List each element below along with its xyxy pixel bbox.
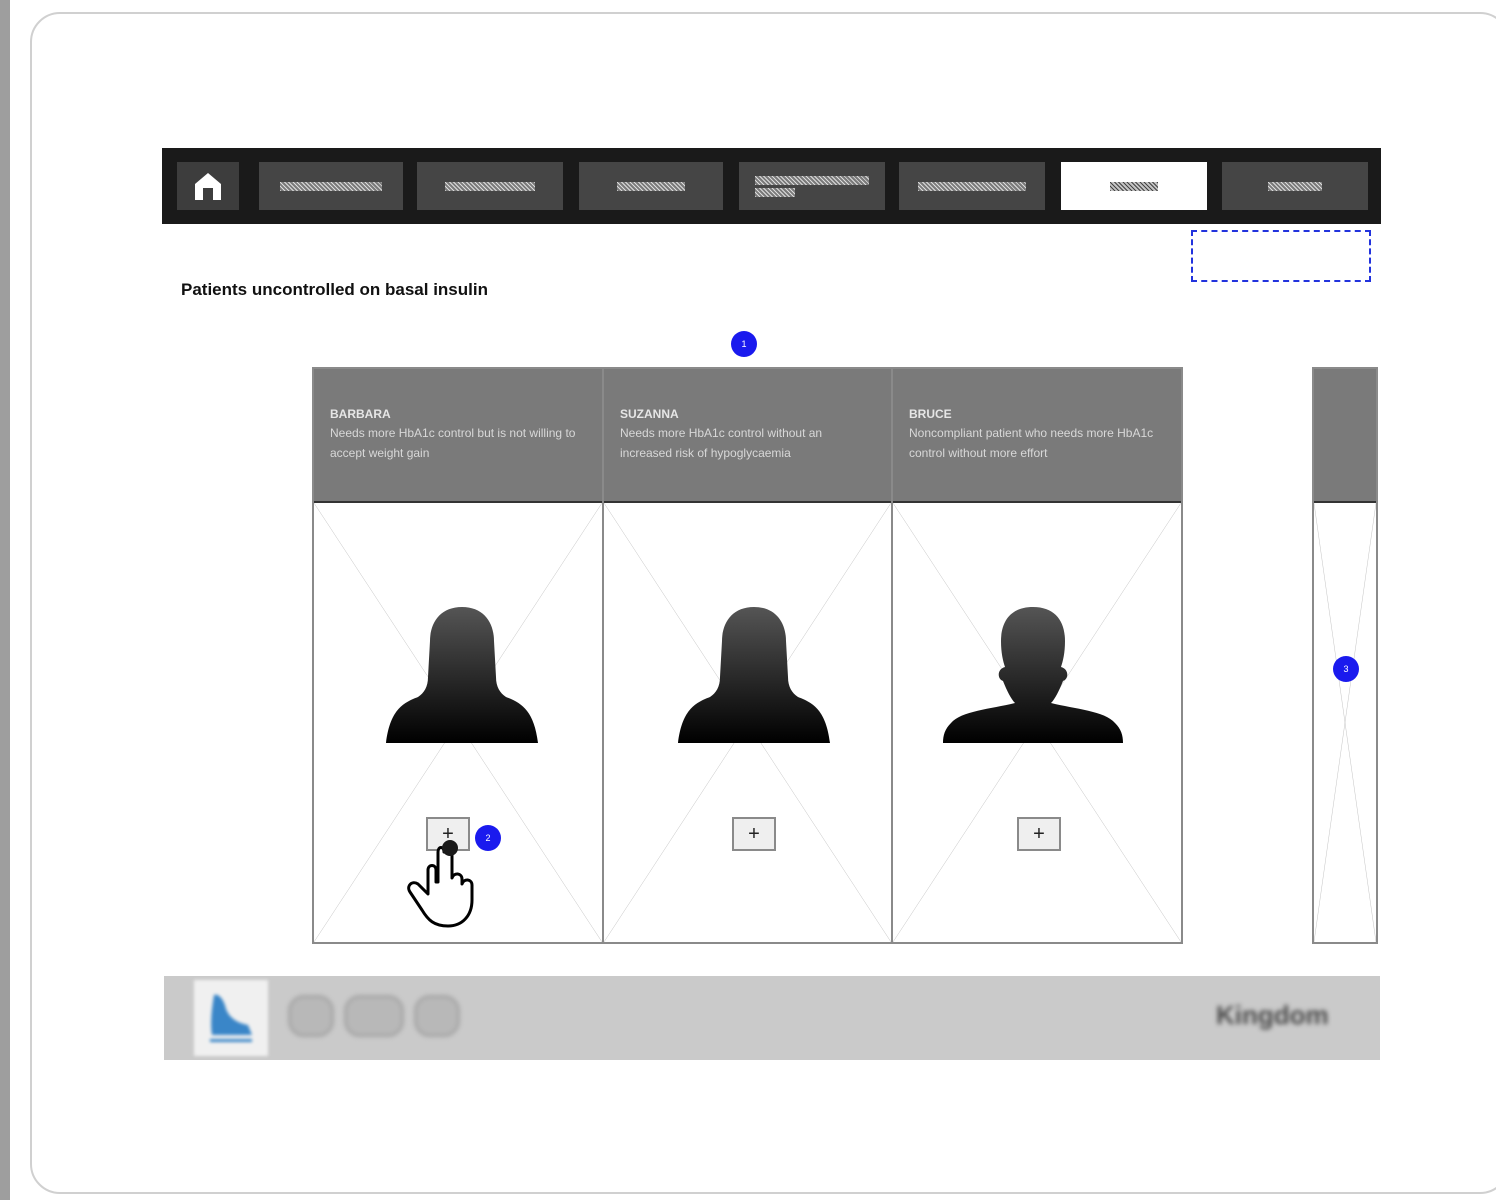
patient-description: Noncompliant patient who needs more HbA1… — [909, 426, 1154, 460]
company-logo — [194, 980, 268, 1056]
footer-bar: Kingdom — [164, 976, 1380, 1060]
nav-tab-3[interactable] — [579, 162, 723, 210]
nav-tab-1[interactable] — [259, 162, 403, 210]
male-avatar-icon — [943, 607, 1123, 743]
tab-label-placeholder — [1110, 181, 1158, 191]
annotation-badge-1: 1 — [731, 331, 757, 357]
patient-name: SUZANNA — [620, 407, 679, 421]
plus-icon: + — [748, 823, 760, 845]
tab-label-placeholder — [755, 187, 795, 197]
top-navigation — [162, 148, 1381, 224]
window-edge — [0, 0, 10, 1200]
nav-tab-6-active[interactable] — [1061, 162, 1207, 210]
female-avatar-icon — [386, 607, 538, 743]
image-placeholder-cross — [1314, 503, 1376, 942]
patient-card-header: BARBARA Needs more HbA1c control but is … — [314, 369, 602, 503]
patient-image-placeholder — [1314, 503, 1376, 942]
nav-tab-4[interactable] — [739, 162, 885, 210]
patient-card-bruce: BRUCE Noncompliant patient who needs mor… — [891, 367, 1183, 944]
expand-plus-button[interactable]: + — [732, 817, 776, 851]
footer-brand-logo: Kingdom — [1216, 1000, 1329, 1030]
patient-card-header — [1314, 369, 1376, 503]
tab-label-placeholder — [1268, 181, 1322, 191]
footer-button[interactable] — [414, 995, 460, 1037]
expand-plus-button[interactable]: + — [1017, 817, 1061, 851]
nav-tab-2[interactable] — [417, 162, 563, 210]
hand-pointer-icon — [407, 840, 474, 928]
patient-card-suzanna: SUZANNA Needs more HbA1c control without… — [602, 367, 893, 944]
footer-button[interactable] — [288, 995, 334, 1037]
tab-label-placeholder — [617, 181, 685, 191]
logo-mark — [210, 994, 252, 1042]
patient-card-header: BRUCE Noncompliant patient who needs mor… — [893, 369, 1181, 503]
patient-name: BARBARA — [330, 407, 391, 421]
patient-name: BRUCE — [909, 407, 952, 421]
footer-button[interactable] — [344, 995, 404, 1037]
home-icon — [195, 173, 221, 200]
home-button[interactable] — [177, 162, 239, 210]
tab-label-placeholder — [445, 181, 535, 191]
page-title: Patients uncontrolled on basal insulin — [181, 280, 488, 299]
tab-label-placeholder — [755, 175, 869, 185]
tab-label-placeholder — [280, 181, 382, 191]
dashed-placeholder-box — [1191, 230, 1371, 282]
patient-description: Needs more HbA1c control but is not will… — [330, 426, 576, 460]
tab-label-placeholder — [918, 181, 1026, 191]
nav-tab-5[interactable] — [899, 162, 1045, 210]
patient-card-header: SUZANNA Needs more HbA1c control without… — [604, 369, 891, 503]
annotation-badge-3: 3 — [1333, 656, 1359, 682]
plus-icon: + — [1033, 823, 1045, 845]
patient-image-placeholder: + — [893, 503, 1181, 942]
patient-image-placeholder: + — [604, 503, 891, 942]
nav-tab-7[interactable] — [1222, 162, 1368, 210]
female-avatar-icon — [678, 607, 830, 743]
patient-description: Needs more HbA1c control without an incr… — [620, 426, 823, 460]
